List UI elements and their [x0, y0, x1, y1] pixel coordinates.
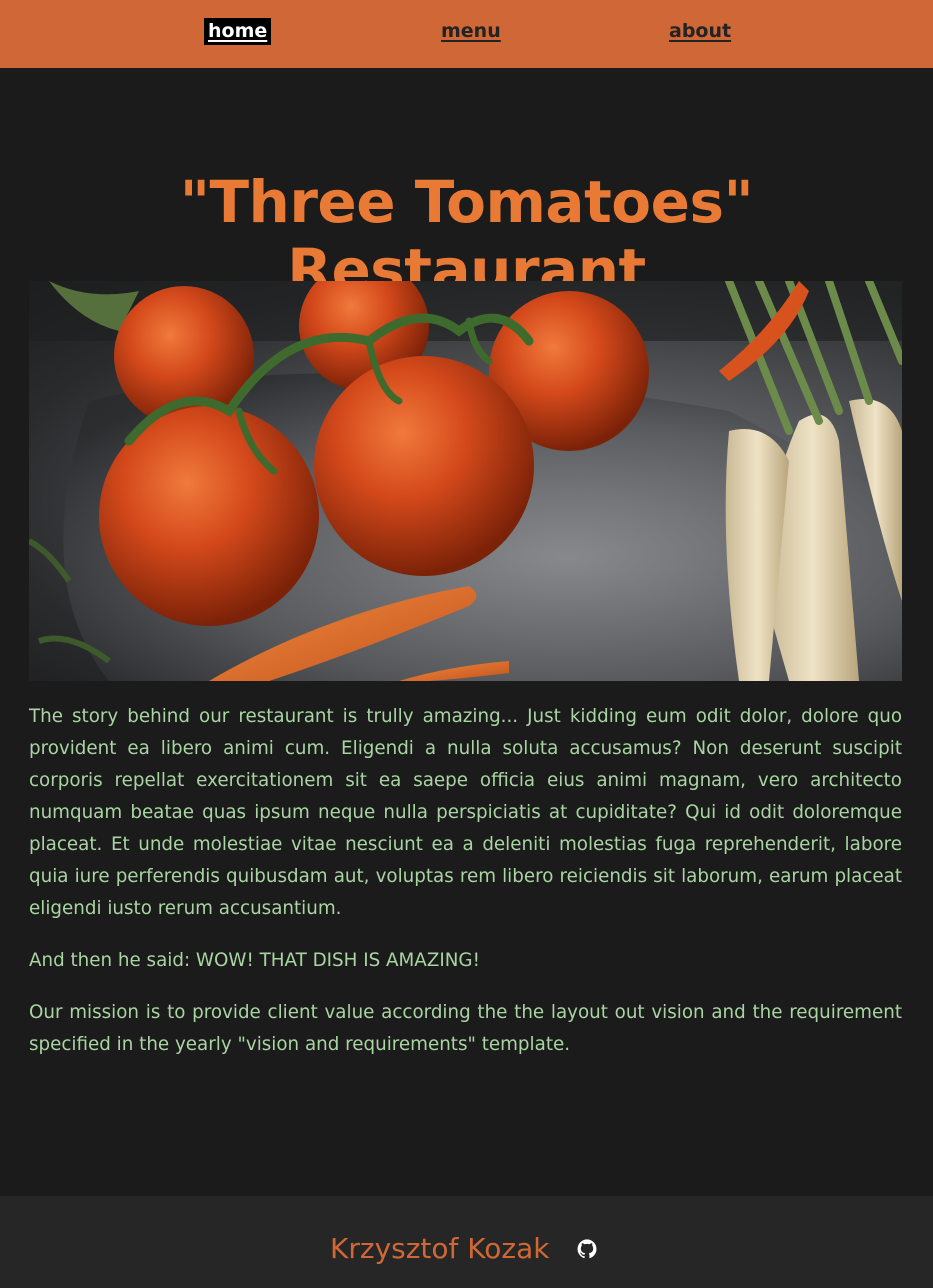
nav-link-about[interactable]: about	[669, 18, 731, 45]
hero-image	[29, 281, 902, 681]
paragraph-quote: And then he said: WOW! THAT DISH IS AMAZ…	[29, 950, 480, 971]
paragraph-story: The story behind our restaurant is trull…	[29, 706, 902, 919]
nav-link-menu[interactable]: menu	[441, 18, 501, 45]
nav-link-home[interactable]: home	[204, 18, 272, 45]
paragraph-mission: Our mission is to provide client value a…	[29, 1002, 902, 1055]
food-photo	[29, 281, 902, 681]
top-navigation: home menu about	[0, 0, 933, 68]
author-name: Krzysztof Kozak	[330, 1232, 550, 1265]
footer: Krzysztof Kozak	[0, 1196, 933, 1288]
github-icon[interactable]	[576, 1238, 598, 1260]
